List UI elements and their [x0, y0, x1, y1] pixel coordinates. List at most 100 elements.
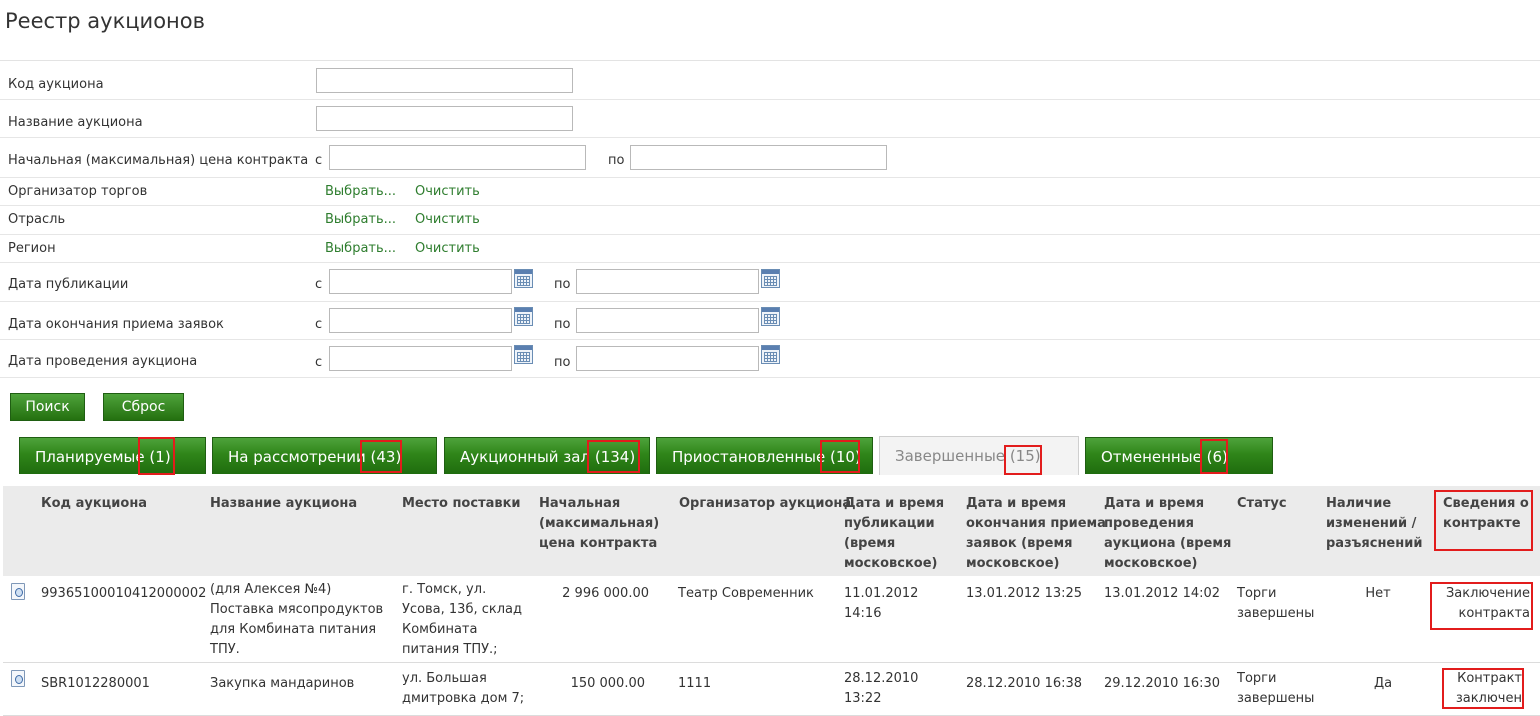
col-header-price[interactable]: Начальная (максимальная) цена контракта	[539, 494, 659, 554]
cell-status-line: завершены	[1237, 606, 1315, 621]
table-row[interactable]: SBR1012280001 Закупка мандаринов ул. Бол…	[3, 664, 1540, 716]
calendar-icon[interactable]	[761, 345, 780, 364]
document-info-icon[interactable]	[11, 670, 25, 687]
cell-contract-line: Заключение	[1445, 586, 1530, 601]
tab-under-review[interactable]: На рассмотрении (43)	[212, 437, 437, 474]
col-header-published[interactable]: Дата и время публикации (время московско…	[844, 494, 944, 574]
cell-place: ул. Большая дмитровка дом 7;	[402, 669, 524, 709]
calendar-icon[interactable]	[514, 307, 533, 326]
col-header-published-line: публикации	[844, 516, 935, 531]
col-header-held-line: проведения	[1104, 516, 1195, 531]
industry-clear-link[interactable]: Очистить	[415, 212, 480, 227]
publish-date-label: Дата публикации	[8, 277, 129, 292]
tab-planned-count: (1)	[149, 448, 171, 466]
cell-contract[interactable]: Контракт заключен	[1433, 669, 1522, 709]
tab-auction-hall[interactable]: Аукционный зал (134)	[444, 437, 650, 474]
document-info-icon[interactable]	[11, 583, 25, 600]
table-header: Код аукциона Название аукциона Место пос…	[3, 486, 1540, 576]
cell-contract[interactable]: Заключение контракта	[1433, 584, 1530, 624]
cell-status: Торги завершены	[1237, 584, 1314, 624]
bid-end-date-to-label: по	[554, 317, 571, 332]
col-header-organizer[interactable]: Организатор аукциона	[679, 494, 851, 514]
calendar-icon[interactable]	[514, 269, 533, 288]
price-from-label: с	[315, 153, 323, 168]
tab-cancelled-count: (6)	[1206, 448, 1228, 466]
bid-end-date-to-input[interactable]	[576, 308, 759, 333]
auction-code-input[interactable]	[316, 68, 573, 93]
bid-end-date-from-input[interactable]	[329, 308, 512, 333]
calendar-icon[interactable]	[761, 307, 780, 326]
price-to-label: по	[608, 153, 625, 168]
col-header-published-line: Дата и время	[844, 496, 945, 511]
col-header-held[interactable]: Дата и время проведения аукциона (время …	[1104, 494, 1231, 574]
cell-price: 2 996 000.00	[562, 586, 649, 601]
col-header-contract-line: контракте	[1443, 516, 1521, 531]
col-header-changes[interactable]: Наличие изменений / разъяснений	[1326, 494, 1422, 554]
cell-place: г. Томск, ул. Усова, 13б, склад Комбинат…	[402, 580, 522, 660]
reset-button[interactable]: Сброс	[103, 393, 184, 421]
tab-planned[interactable]: Планируемые (1)	[19, 437, 206, 474]
col-header-bid-end-line: заявок (время	[966, 536, 1073, 551]
tab-suspended[interactable]: Приостановленные (10)	[656, 437, 873, 474]
col-header-held-line: Дата и время	[1104, 496, 1205, 511]
col-header-changes-line: Наличие	[1326, 496, 1392, 511]
tab-completed[interactable]: Завершенные (15)	[879, 436, 1079, 475]
organizer-select-link[interactable]: Выбрать...	[325, 184, 396, 199]
cell-name[interactable]: (для Алексея №4) Поставка мясопродуктов …	[210, 580, 383, 660]
price-to-input[interactable]	[630, 145, 887, 170]
publish-date-to-label: по	[554, 277, 571, 292]
auction-name-label: Название аукциона	[8, 115, 143, 130]
tab-cancelled[interactable]: Отмененные (6)	[1085, 437, 1273, 474]
auction-date-from-input[interactable]	[329, 346, 512, 371]
auction-date-to-input[interactable]	[576, 346, 759, 371]
cell-published-line: 11.01.2012	[844, 586, 919, 601]
publish-date-from-input[interactable]	[329, 269, 512, 294]
cell-place-line: ул. Большая	[402, 671, 487, 686]
cell-published-line: 28.12.2010	[844, 671, 919, 686]
filter-row-auction-date: Дата проведения аукциона с по	[0, 340, 1540, 378]
auction-date-to-label: по	[554, 355, 571, 370]
col-header-code[interactable]: Код аукциона	[41, 494, 147, 514]
price-from-input[interactable]	[329, 145, 586, 170]
region-clear-link[interactable]: Очистить	[415, 241, 480, 256]
calendar-icon[interactable]	[514, 345, 533, 364]
cell-code[interactable]: SBR1012280001	[41, 674, 150, 694]
cell-published-line: 13:22	[844, 691, 882, 706]
col-header-bid-end[interactable]: Дата и время окончания приема заявок (вр…	[966, 494, 1106, 574]
organizer-clear-link[interactable]: Очистить	[415, 184, 480, 199]
cell-organizer: Театр Современник	[678, 586, 814, 601]
cell-held: 29.12.2010 16:30	[1104, 676, 1221, 691]
col-header-name[interactable]: Название аукциона	[210, 494, 357, 514]
cell-status: Торги завершены	[1237, 669, 1314, 709]
cell-code[interactable]: 99365100010412000002	[41, 584, 206, 604]
search-button[interactable]: Поиск	[10, 393, 85, 421]
cell-place-line: питания ТПУ.;	[402, 642, 498, 657]
tab-under-review-label: На рассмотрении	[228, 448, 366, 466]
table-row[interactable]: 99365100010412000002 (для Алексея №4) По…	[3, 576, 1540, 663]
col-header-place[interactable]: Место поставки	[402, 494, 521, 514]
col-header-published-line: (время	[844, 536, 896, 551]
industry-label: Отрасль	[8, 212, 66, 227]
cell-bid-end: 13.01.2012 13:25	[966, 586, 1083, 601]
col-header-status[interactable]: Статус	[1237, 494, 1287, 514]
cell-name[interactable]: Закупка мандаринов	[210, 674, 354, 694]
filter-row-organizer: Организатор торгов Выбрать... Очистить	[0, 178, 1540, 206]
region-select-link[interactable]: Выбрать...	[325, 241, 396, 256]
cell-published: 28.12.2010 13:22	[844, 669, 918, 709]
calendar-icon[interactable]	[761, 269, 780, 288]
cell-bid-end: 28.12.2010 16:38	[966, 676, 1083, 691]
cell-place-line: Усова, 13б, склад	[402, 602, 523, 617]
organizer-label: Организатор торгов	[8, 184, 148, 199]
cell-held: 13.01.2012 14:02	[1104, 586, 1221, 601]
cell-organizer: 1111	[678, 676, 712, 691]
cell-name-line: для Комбината питания	[210, 622, 377, 637]
price-label: Начальная (максимальная) цена контракта	[8, 153, 309, 168]
col-header-contract[interactable]: Сведения о контракте	[1443, 494, 1529, 534]
col-header-held-line: московское)	[1104, 556, 1198, 571]
cell-changes: Нет	[1365, 586, 1391, 601]
auction-name-input[interactable]	[316, 106, 573, 131]
publish-date-to-input[interactable]	[576, 269, 759, 294]
filter-row-region: Регион Выбрать... Очистить	[0, 235, 1540, 263]
industry-select-link[interactable]: Выбрать...	[325, 212, 396, 227]
filter-row-bid-end-date: Дата окончания приема заявок с по	[0, 302, 1540, 340]
